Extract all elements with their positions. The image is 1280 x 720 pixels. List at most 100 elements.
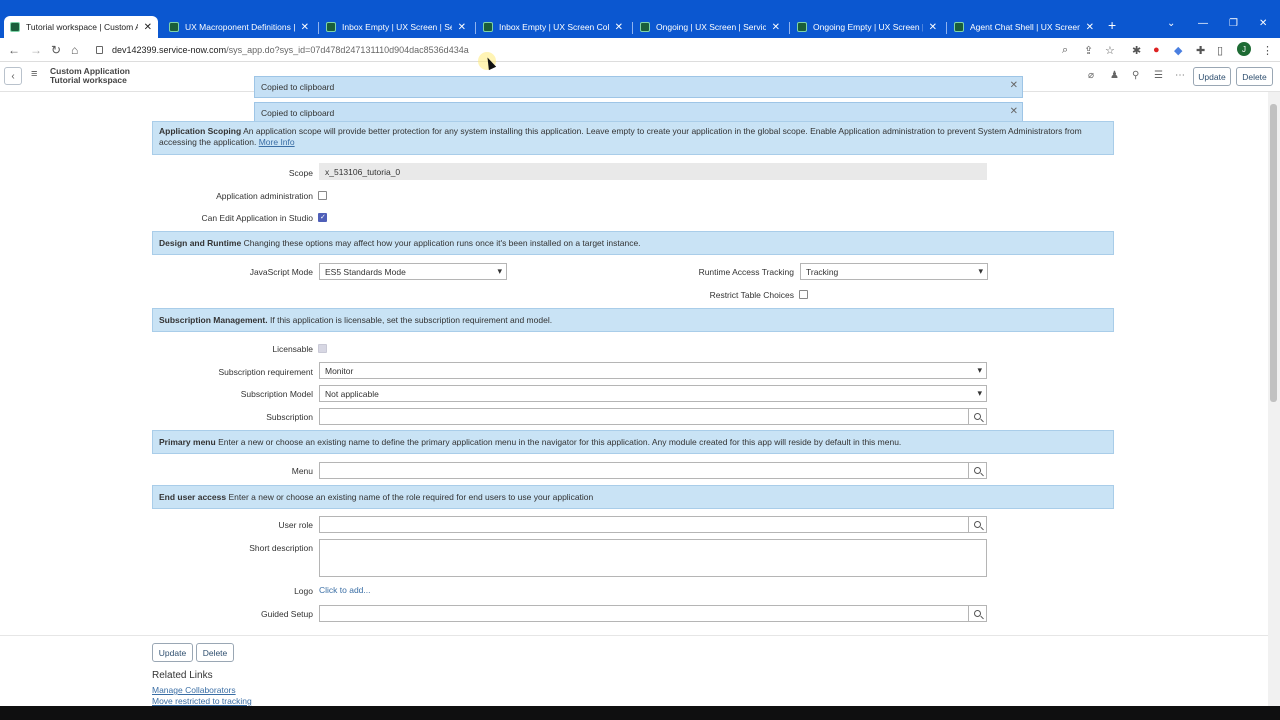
servicenow-favicon-icon	[326, 22, 336, 32]
restore-icon[interactable]: ❐	[1229, 18, 1238, 29]
extensions-puzzle-icon[interactable]: ✚	[1196, 44, 1205, 57]
servicenow-favicon-icon	[797, 22, 807, 32]
short-description-textarea[interactable]	[319, 539, 987, 577]
activity-stream-icon[interactable]: ♟	[1110, 70, 1119, 81]
subscription-lookup-button[interactable]	[968, 408, 987, 425]
scrollbar-thumb[interactable]	[1270, 104, 1277, 402]
tab-close-icon[interactable]: ✕	[458, 22, 466, 33]
header-update-button[interactable]: Update	[1193, 67, 1231, 86]
tab-agent-chat-shell[interactable]: Agent Chat Shell | UX Screen | S ✕	[948, 16, 1100, 38]
tab-close-icon[interactable]: ✕	[615, 22, 623, 33]
tab-tutorial-workspace[interactable]: Tutorial workspace | Custom Ap ✕	[4, 16, 158, 38]
sub-requirement-select[interactable]: Monitor	[319, 362, 987, 379]
subscription-input[interactable]	[319, 408, 969, 425]
tab-separator	[789, 22, 790, 34]
tab-ux-macroponent[interactable]: UX Macroponent Definitions | S ✕	[163, 16, 315, 38]
toast-message: Copied to clipboard ✕	[254, 76, 1023, 98]
js-mode-label: JavaScript Mode	[249, 267, 313, 277]
can-edit-checkbox[interactable]	[318, 213, 327, 222]
back-arrow-icon[interactable]: ←	[8, 43, 20, 57]
more-info-link[interactable]: More Info	[259, 137, 295, 147]
move-restricted-link[interactable]: Move restricted to tracking	[152, 696, 252, 706]
tab-title: Agent Chat Shell | UX Screen | S	[970, 22, 1080, 32]
tab-separator	[475, 22, 476, 34]
hamburger-menu-icon[interactable]: ≡	[31, 68, 37, 80]
tab-search-icon[interactable]: ⌄	[1167, 18, 1175, 29]
toast-close-icon[interactable]: ✕	[1010, 106, 1018, 117]
share-icon[interactable]: ⇪	[1084, 44, 1093, 57]
translate-extension-icon[interactable]: ◆	[1174, 44, 1182, 57]
minimize-icon[interactable]: —	[1198, 18, 1208, 29]
opera-extension-icon[interactable]: ●	[1153, 44, 1160, 56]
search-icon	[974, 610, 981, 617]
header-delete-button[interactable]: Delete	[1236, 67, 1273, 86]
form-back-button[interactable]: ‹	[4, 67, 22, 85]
search-icon	[974, 521, 981, 528]
home-icon[interactable]: ⌂	[71, 43, 78, 57]
tab-title: Tutorial workspace | Custom Ap	[26, 22, 138, 32]
manage-collaborators-link[interactable]: Manage Collaborators	[152, 685, 236, 695]
section-text: If this application is licensable, set t…	[270, 315, 553, 325]
tab-title: Ongoing Empty | UX Screen | Se	[813, 22, 923, 32]
app-admin-label: Application administration	[216, 191, 313, 201]
licensable-checkbox	[318, 344, 327, 353]
settings-sliders-icon[interactable]: ☰	[1154, 70, 1163, 81]
user-role-input[interactable]	[319, 516, 969, 533]
toast-close-icon[interactable]: ✕	[1010, 80, 1018, 91]
footer-delete-button[interactable]: Delete	[196, 643, 234, 662]
licensable-label: Licensable	[272, 344, 313, 354]
tab-close-icon[interactable]: ✕	[929, 22, 937, 33]
tab-close-icon[interactable]: ✕	[301, 22, 309, 33]
js-mode-select[interactable]: ES5 Standards Mode	[319, 263, 507, 280]
app-admin-checkbox[interactable]	[318, 191, 327, 200]
section-heading: Subscription Management.	[159, 315, 268, 325]
application-form-page: ‹ ≡ Custom Application Tutorial workspac…	[0, 62, 1280, 706]
guided-setup-lookup-button[interactable]	[968, 605, 987, 622]
section-text: Enter a new or choose an existing name t…	[218, 437, 902, 447]
section-text: Enter a new or choose an existing name o…	[228, 492, 594, 502]
reload-icon[interactable]: ↻	[51, 43, 61, 57]
profile-avatar[interactable]: J	[1237, 42, 1251, 56]
sub-requirement-label: Subscription requirement	[218, 367, 314, 377]
tab-close-icon[interactable]: ✕	[1086, 22, 1094, 33]
side-panel-icon[interactable]: ▯	[1217, 44, 1223, 57]
bookmark-star-icon[interactable]: ☆	[1105, 44, 1115, 57]
browser-menu-icon[interactable]: ⋮	[1262, 44, 1273, 57]
servicenow-favicon-icon	[954, 22, 964, 32]
tab-ongoing-empty[interactable]: Ongoing Empty | UX Screen | Se ✕	[791, 16, 943, 38]
forward-arrow-icon[interactable]: →	[30, 43, 42, 57]
servicenow-favicon-icon	[640, 22, 650, 32]
url-field[interactable]: dev142399.service-now.com /sys_app.do?sy…	[96, 43, 469, 57]
runtime-tracking-select[interactable]: Tracking	[800, 263, 988, 280]
tab-strip: Tutorial workspace | Custom Ap ✕ UX Macr…	[0, 14, 1280, 38]
section-heading: End user access	[159, 492, 227, 502]
url-path: /sys_app.do?sys_id=07d478d247131110d904d…	[226, 45, 469, 55]
tab-close-icon[interactable]: ✕	[772, 22, 780, 33]
servicenow-favicon-icon	[10, 22, 20, 32]
tab-title: Inbox Empty | UX Screen Collect	[499, 22, 609, 32]
zoom-icon[interactable]: ⌕	[1062, 44, 1068, 57]
more-options-icon[interactable]: ⋯	[1175, 70, 1185, 81]
restrict-table-checkbox[interactable]	[799, 290, 808, 299]
search-icon	[974, 413, 981, 420]
subscription-label: Subscription	[266, 412, 313, 422]
tab-inbox-empty[interactable]: Inbox Empty | UX Screen | Serv ✕	[320, 16, 472, 38]
logo-add-link[interactable]: Click to add...	[319, 585, 371, 595]
extension-gear-icon[interactable]: ✱	[1132, 44, 1141, 57]
tab-close-icon[interactable]: ✕	[144, 22, 152, 33]
sub-model-select[interactable]: Not applicable	[319, 385, 987, 402]
section-heading: Design and Runtime	[159, 238, 242, 248]
tab-inbox-empty-collection[interactable]: Inbox Empty | UX Screen Collect ✕	[477, 16, 629, 38]
attachment-icon[interactable]: ⌀	[1088, 70, 1094, 81]
window-close-icon[interactable]: ✕	[1259, 18, 1267, 29]
menu-lookup-button[interactable]	[968, 462, 987, 479]
user-role-lookup-button[interactable]	[968, 516, 987, 533]
tab-ongoing[interactable]: Ongoing | UX Screen | ServiceN ✕	[634, 16, 786, 38]
new-tab-icon[interactable]: +	[1108, 17, 1116, 33]
tab-separator	[632, 22, 633, 34]
lock-icon	[96, 46, 103, 54]
personalize-icon[interactable]: ⚲	[1132, 70, 1139, 81]
guided-setup-input[interactable]	[319, 605, 969, 622]
footer-update-button[interactable]: Update	[152, 643, 193, 662]
menu-input[interactable]	[319, 462, 969, 479]
